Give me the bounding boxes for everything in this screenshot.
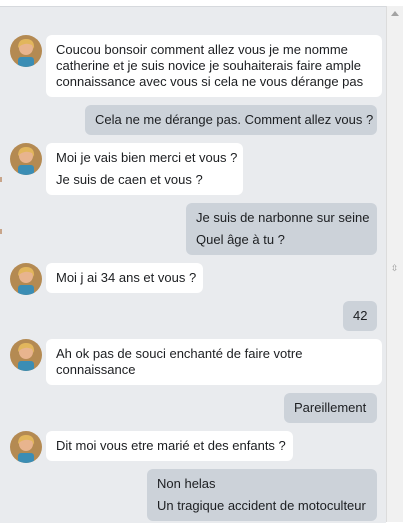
contact-avatar[interactable]	[10, 263, 42, 295]
message-bubble: 42	[343, 301, 377, 331]
message-bubble: Dit moi vous etre marié et des enfants ?	[46, 431, 293, 461]
contact-avatar[interactable]	[10, 431, 42, 463]
message-bubble: Moi je vais bien merci et vous ? Je suis…	[46, 143, 243, 195]
message-bubble: Pareillement	[284, 393, 377, 423]
chat-pane[interactable]: Coucou bonsoir comment allez vous je me …	[0, 6, 386, 523]
edge-marker	[0, 177, 2, 182]
message-text: connaissance avec vous si cela ne vous d…	[56, 74, 364, 89]
message-text: Cela ne me dérange pas. Comment allez vo…	[95, 112, 374, 127]
message-text: Moi je vais bien merci et vous ?	[56, 150, 238, 165]
message-text: catherine et je suis novice je souhaiter…	[56, 58, 361, 73]
message-text: Dit moi vous etre marié et des enfants ?	[56, 438, 286, 453]
message-text: Je suis de narbonne sur seine	[196, 210, 370, 225]
message-text: Non helas	[157, 476, 216, 491]
edge-marker	[0, 229, 2, 234]
triangle-up-icon[interactable]	[391, 11, 399, 16]
vertical-scrollbar[interactable]: ⇳	[386, 6, 403, 522]
message-text: Moi j ai 34 ans et vous ?	[56, 270, 197, 285]
message-bubble: Non helas Un tragique accident de motocu…	[147, 469, 377, 521]
message-bubble: Coucou bonsoir comment allez vous je me …	[46, 35, 382, 97]
message-text: Un tragique accident de motoculteur	[157, 498, 366, 513]
message-text: Ah ok pas de souci enchanté de faire vot…	[56, 346, 303, 361]
message-text: Quel âge à tu ?	[196, 232, 285, 247]
message-text: Pareillement	[294, 400, 367, 415]
contact-avatar[interactable]	[10, 35, 42, 67]
message-text: Coucou bonsoir comment allez vous je me …	[56, 42, 348, 57]
message-text: Je suis de caen et vous ?	[56, 172, 203, 187]
message-bubble: Moi j ai 34 ans et vous ?	[46, 263, 203, 293]
contact-avatar[interactable]	[10, 339, 42, 371]
message-bubble: Je suis de narbonne sur seine Quel âge à…	[186, 203, 377, 255]
message-text: connaissance	[56, 362, 136, 377]
message-text: 42	[353, 308, 368, 323]
grip-icon[interactable]: ⇳	[390, 262, 399, 274]
message-bubble: Ah ok pas de souci enchanté de faire vot…	[46, 339, 382, 385]
contact-avatar[interactable]	[10, 143, 42, 175]
message-bubble: Cela ne me dérange pas. Comment allez vo…	[85, 105, 377, 135]
